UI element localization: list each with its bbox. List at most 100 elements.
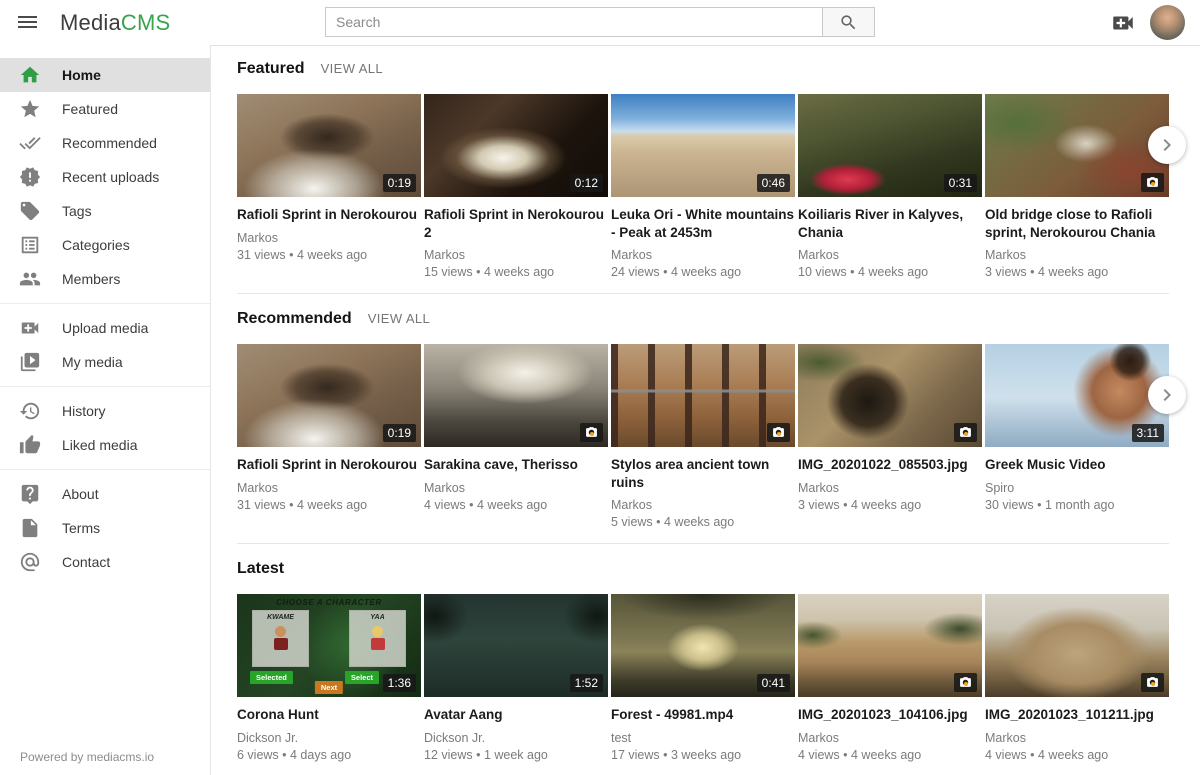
media-title[interactable]: Sarakina cave, Therisso <box>424 456 608 474</box>
media-thumbnail[interactable]: 0:46 <box>611 94 795 197</box>
media-thumbnail[interactable]: 0:19 <box>237 344 421 447</box>
media-title[interactable]: IMG_20201022_085503.jpg <box>798 456 982 474</box>
media-title[interactable]: Greek Music Video <box>985 456 1169 474</box>
media-thumbnail[interactable] <box>798 344 982 447</box>
media-title[interactable]: Rafioli Sprint in Nerokourou 2 <box>424 206 608 241</box>
view-all-link[interactable]: VIEW ALL <box>321 61 383 76</box>
search-input[interactable] <box>325 7 822 37</box>
section-title: Featured <box>237 60 305 78</box>
sidebar-item-home[interactable]: Home <box>0 58 210 92</box>
media-title[interactable]: Corona Hunt <box>237 706 421 724</box>
media-card[interactable]: 0:46 Leuka Ori - White mountains - Peak a… <box>611 94 795 279</box>
game-heading: CHOOSE A CHARACTER <box>237 598 421 607</box>
media-thumbnail[interactable]: CHOOSE A CHARACTERKWAMEYAASelectedNextSe… <box>237 594 421 697</box>
media-thumbnail[interactable]: 1:52 <box>424 594 608 697</box>
media-author[interactable]: Spiro <box>985 481 1169 495</box>
media-author[interactable]: Markos <box>237 481 421 495</box>
media-author[interactable]: Markos <box>985 248 1169 262</box>
sidebar-item-history[interactable]: History <box>0 394 210 428</box>
sidebar-item-recent-uploads[interactable]: Recent uploads <box>0 160 210 194</box>
media-author[interactable]: test <box>611 731 795 745</box>
media-card[interactable]: Sarakina cave, TherissoMarkos4 views • 4… <box>424 344 608 512</box>
media-title[interactable]: Rafioli Sprint in Nerokourou <box>237 456 421 474</box>
section-header: Latest <box>237 560 1200 578</box>
user-avatar[interactable] <box>1150 5 1185 40</box>
sidebar-item-label: Recommended <box>62 135 157 151</box>
media-thumbnail[interactable] <box>424 344 608 447</box>
media-title[interactable]: Old bridge close to Rafioli sprint, Nero… <box>985 206 1169 241</box>
media-thumbnail[interactable] <box>798 594 982 697</box>
media-author[interactable]: Markos <box>985 731 1169 745</box>
search-button[interactable] <box>822 7 875 37</box>
media-card[interactable]: IMG_20201022_085503.jpgMarkos3 views • 4… <box>798 344 982 512</box>
sidebar-item-categories[interactable]: Categories <box>0 228 210 262</box>
media-card[interactable]: IMG_20201023_104106.jpgMarkos4 views • 4… <box>798 594 982 762</box>
powered-by-link[interactable]: Powered by mediacms.io <box>20 750 154 764</box>
duration-badge: 0:41 <box>757 674 790 692</box>
media-thumbnail[interactable]: 0:12 <box>424 94 608 197</box>
media-thumbnail[interactable] <box>985 94 1169 197</box>
section-recommended: Recommended VIEW ALL 0:19 Rafioli Sprint in… <box>237 310 1200 544</box>
camera-lens-dot <box>1151 182 1155 186</box>
media-card[interactable]: CHOOSE A CHARACTERKWAMEYAASelectedNextSe… <box>237 594 421 762</box>
media-author[interactable]: Markos <box>611 248 795 262</box>
media-title[interactable]: Leuka Ori - White mountains - Peak at 24… <box>611 206 795 241</box>
media-card[interactable]: 0:31 Koiliaris River in Kalyves, Chania Ma… <box>798 94 982 279</box>
sidebar-item-my-media[interactable]: My media <box>0 345 210 379</box>
media-card[interactable]: 0:41Forest - 49981.mp4test17 views • 3 w… <box>611 594 795 762</box>
sidebar-item-tags[interactable]: Tags <box>0 194 210 228</box>
sidebar-item-recommended[interactable]: Recommended <box>0 126 210 160</box>
media-author[interactable]: Markos <box>424 248 608 262</box>
sidebar-item-terms[interactable]: Terms <box>0 511 210 545</box>
media-title[interactable]: IMG_20201023_101211.jpg <box>985 706 1169 724</box>
liked-icon <box>19 434 41 456</box>
media-title[interactable]: IMG_20201023_104106.jpg <box>798 706 982 724</box>
media-title[interactable]: Avatar Aang <box>424 706 608 724</box>
sidebar-item-liked-media[interactable]: Liked media <box>0 428 210 462</box>
sidebar-item-label: Tags <box>62 203 92 219</box>
hamburger-menu-button[interactable] <box>18 13 40 31</box>
media-card[interactable]: IMG_20201023_101211.jpgMarkos4 views • 4… <box>985 594 1169 762</box>
sidebar-item-upload-media[interactable]: Upload media <box>0 311 210 345</box>
media-thumbnail[interactable] <box>611 344 795 447</box>
media-author[interactable]: Markos <box>798 731 982 745</box>
media-author[interactable]: Markos <box>611 498 795 512</box>
header-upload-media-button[interactable] <box>1109 10 1136 35</box>
media-author[interactable]: Markos <box>424 481 608 495</box>
view-all-link[interactable]: VIEW ALL <box>368 311 430 326</box>
media-title[interactable]: Stylos area ancient town ruins <box>611 456 795 491</box>
new-releases-icon <box>19 166 41 188</box>
media-card[interactable]: Stylos area ancient town ruinsMarkos5 vi… <box>611 344 795 529</box>
image-type-badge <box>767 423 790 442</box>
media-card[interactable]: 0:19Rafioli Sprint in NerokourouMarkos31… <box>237 344 421 512</box>
sidebar-item-members[interactable]: Members <box>0 262 210 296</box>
sidebar-group: AboutTermsContact <box>0 469 210 586</box>
sidebar-item-featured[interactable]: Featured <box>0 92 210 126</box>
media-title[interactable]: Rafioli Sprint in Nerokourou <box>237 206 421 224</box>
media-card[interactable]: Old bridge close to Rafioli sprint, Nero… <box>985 94 1169 279</box>
media-thumbnail[interactable]: 0:31 <box>798 94 982 197</box>
media-author[interactable]: Markos <box>237 231 421 245</box>
media-thumbnail[interactable]: 0:19 <box>237 94 421 197</box>
media-author[interactable]: Markos <box>798 481 982 495</box>
media-card[interactable]: 0:19Rafioli Sprint in NerokourouMarkos31… <box>237 94 421 262</box>
carousel-next-button[interactable] <box>1148 126 1186 164</box>
media-thumbnail[interactable]: 0:41 <box>611 594 795 697</box>
sidebar-item-contact[interactable]: Contact <box>0 545 210 579</box>
media-card[interactable]: 3:11Greek Music VideoSpiro30 views • 1 m… <box>985 344 1169 512</box>
media-author[interactable]: Dickson Jr. <box>237 731 421 745</box>
media-title[interactable]: Forest - 49981.mp4 <box>611 706 795 724</box>
site-logo[interactable]: MediaCMS <box>60 0 170 45</box>
carousel-next-button[interactable] <box>1148 376 1186 414</box>
media-thumbnail[interactable]: 3:11 <box>985 344 1169 447</box>
search-icon <box>839 13 858 32</box>
media-title[interactable]: Koiliaris River in Kalyves, Chania <box>798 206 982 241</box>
media-card[interactable]: 1:52Avatar AangDickson Jr.12 views • 1 w… <box>424 594 608 762</box>
media-author[interactable]: Dickson Jr. <box>424 731 608 745</box>
duration-badge: 0:19 <box>383 174 416 192</box>
media-thumbnail[interactable] <box>985 594 1169 697</box>
sidebar-item-about[interactable]: About <box>0 477 210 511</box>
section-title: Recommended <box>237 310 352 328</box>
media-card[interactable]: 0:12 Rafioli Sprint in Nerokourou 2 Markos… <box>424 94 608 279</box>
media-author[interactable]: Markos <box>798 248 982 262</box>
